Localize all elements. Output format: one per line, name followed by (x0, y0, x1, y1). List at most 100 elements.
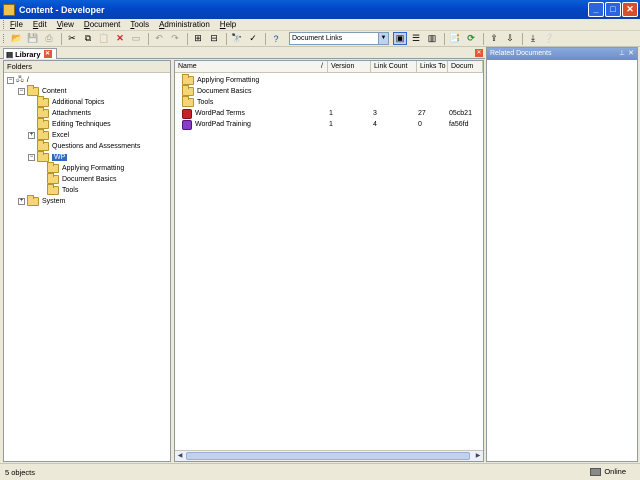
tree-item-label: WP (52, 154, 68, 161)
tree-item-questions[interactable]: Questions and Assessments (37, 140, 141, 152)
tab-library-label: Library (15, 49, 41, 59)
tree-item-document-basics[interactable]: Document Basics (47, 173, 116, 185)
toolbar-separator (483, 32, 484, 45)
folder-icon (182, 74, 194, 85)
column-header-link-count[interactable]: Link Count (371, 61, 417, 73)
scroll-right-icon[interactable]: ▶ (473, 451, 483, 461)
close-button[interactable]: ✕ (622, 2, 638, 17)
folder-icon (47, 184, 59, 195)
toolbar-separator (187, 32, 188, 45)
menu-administration[interactable]: Administration (159, 20, 210, 29)
help-icon[interactable]: ? (269, 32, 283, 45)
paste-icon[interactable]: 📋 (97, 32, 111, 45)
folder-icon (27, 195, 39, 206)
spell-check-icon[interactable]: ✓ (246, 32, 260, 45)
toolbar-separator (444, 32, 445, 45)
maximize-button[interactable]: □ (605, 2, 621, 17)
view-combo[interactable]: Document Links ▼ (289, 32, 389, 45)
menu-help[interactable]: Help (220, 20, 236, 29)
tree-item-system[interactable]: + System (18, 195, 66, 207)
list-item-name: WordPad Training (195, 121, 251, 128)
tree-item-additional-topics[interactable]: Additional Topics (37, 96, 105, 108)
column-header-links-to[interactable]: Links To (417, 61, 448, 73)
status-object-count: 5 objects (5, 467, 36, 477)
close-icon[interactable]: ✕ (628, 48, 634, 60)
menu-tools[interactable]: Tools (130, 20, 149, 29)
close-tab-icon[interactable]: ✕ (43, 50, 52, 58)
menu-view[interactable]: View (57, 20, 74, 29)
layout-horizontal-icon[interactable]: ☰ (409, 32, 423, 45)
tree-item-editing-techniques[interactable]: Editing Techniques (37, 118, 111, 130)
refresh-icon[interactable]: ⟳ (464, 32, 478, 45)
close-icon[interactable]: ✕ (475, 49, 483, 57)
context-help-icon[interactable]: ❔ (542, 32, 556, 45)
sort-icon: / (321, 63, 323, 70)
tree-item-label: Additional Topics (52, 99, 105, 106)
tree-item-excel[interactable]: + Excel (28, 129, 69, 141)
check-out-icon[interactable]: ⇩ (503, 32, 517, 45)
minimize-button[interactable]: _ (588, 2, 604, 17)
list-item[interactable]: Applying Formatting (177, 74, 259, 86)
tree-item-label: Questions and Assessments (52, 143, 141, 150)
collapse-icon[interactable]: − (28, 154, 35, 161)
toolbar-separator (61, 32, 62, 45)
rename-icon[interactable]: ▭ (129, 32, 143, 45)
cut-icon[interactable]: ✂ (65, 32, 79, 45)
tree-item-applying-formatting[interactable]: Applying Formatting (47, 162, 125, 174)
title-bar: Content - Developer _ □ ✕ (0, 0, 640, 19)
layout-single-icon[interactable]: ▣ (393, 32, 407, 45)
column-header-label: Name (178, 63, 197, 70)
tree-item-attachments[interactable]: Attachments (37, 107, 91, 119)
tree-item-tools[interactable]: Tools (47, 184, 79, 196)
glossary-icon (182, 108, 192, 119)
menu-document[interactable]: Document (84, 20, 120, 29)
undo-icon[interactable]: ↶ (152, 32, 166, 45)
tree-root[interactable]: − 🖧 / (7, 75, 29, 86)
menu-edit[interactable]: Edit (33, 20, 47, 29)
print-icon[interactable]: ⎙ (42, 32, 56, 45)
chevron-down-icon[interactable]: ▼ (378, 33, 388, 44)
expand-icon[interactable]: + (28, 132, 35, 139)
expand-all-icon[interactable]: ⊞ (191, 32, 205, 45)
tree-item-label: Content (42, 88, 67, 95)
list-item-name: Document Basics (197, 88, 252, 95)
column-header-name[interactable]: Name / (175, 61, 328, 73)
tab-library[interactable]: ▤ Library ✕ (3, 48, 57, 59)
column-header-version[interactable]: Version (328, 61, 371, 73)
delete-icon[interactable]: ✕ (113, 32, 127, 45)
folder-icon (27, 85, 39, 96)
collapse-all-icon[interactable]: ⊟ (207, 32, 221, 45)
publish-icon[interactable]: ⤓ (526, 32, 540, 45)
expand-icon[interactable]: + (18, 198, 25, 205)
online-indicator: Online (590, 467, 626, 476)
save-icon[interactable]: 💾 (26, 32, 40, 45)
tree-root-label: / (26, 77, 29, 84)
document-tab-strip: ▤ Library ✕ ✕ (0, 47, 485, 59)
layout-vertical-icon[interactable]: ▥ (425, 32, 439, 45)
copy-icon[interactable]: ⧉ (81, 32, 95, 45)
find-icon[interactable]: 🔭 (230, 32, 244, 45)
tree-item-label: System (42, 198, 66, 205)
collapse-icon[interactable]: − (7, 77, 14, 84)
tree-item-label: Tools (62, 187, 79, 194)
check-in-icon[interactable]: ⇪ (487, 32, 501, 45)
open-folder-icon[interactable]: 📂 (10, 32, 24, 45)
cell-links-to: 27 (418, 110, 426, 117)
pin-icon[interactable]: ⊥ (619, 48, 625, 60)
column-header-document[interactable]: Docum (448, 61, 483, 73)
properties-icon[interactable]: 📑 (448, 32, 462, 45)
redo-icon[interactable]: ↷ (168, 32, 182, 45)
list-item[interactable]: Tools (177, 96, 213, 108)
list-item[interactable]: WordPad Terms (177, 108, 245, 119)
menu-file[interactable]: File (10, 20, 23, 29)
collapse-icon[interactable]: − (18, 88, 25, 95)
tree-item-label: Attachments (52, 110, 91, 117)
folders-header: Folders (4, 61, 170, 73)
folder-icon (182, 85, 194, 96)
horizontal-scrollbar[interactable]: ◀ ▶ (175, 450, 483, 461)
document-list: Name / Version Link Count Links To Docum… (174, 60, 484, 462)
scroll-left-icon[interactable]: ◀ (175, 451, 185, 461)
tree-item-label: Applying Formatting (62, 165, 125, 172)
scrollbar-thumb[interactable] (186, 452, 470, 460)
list-item[interactable]: WordPad Training (177, 119, 251, 130)
